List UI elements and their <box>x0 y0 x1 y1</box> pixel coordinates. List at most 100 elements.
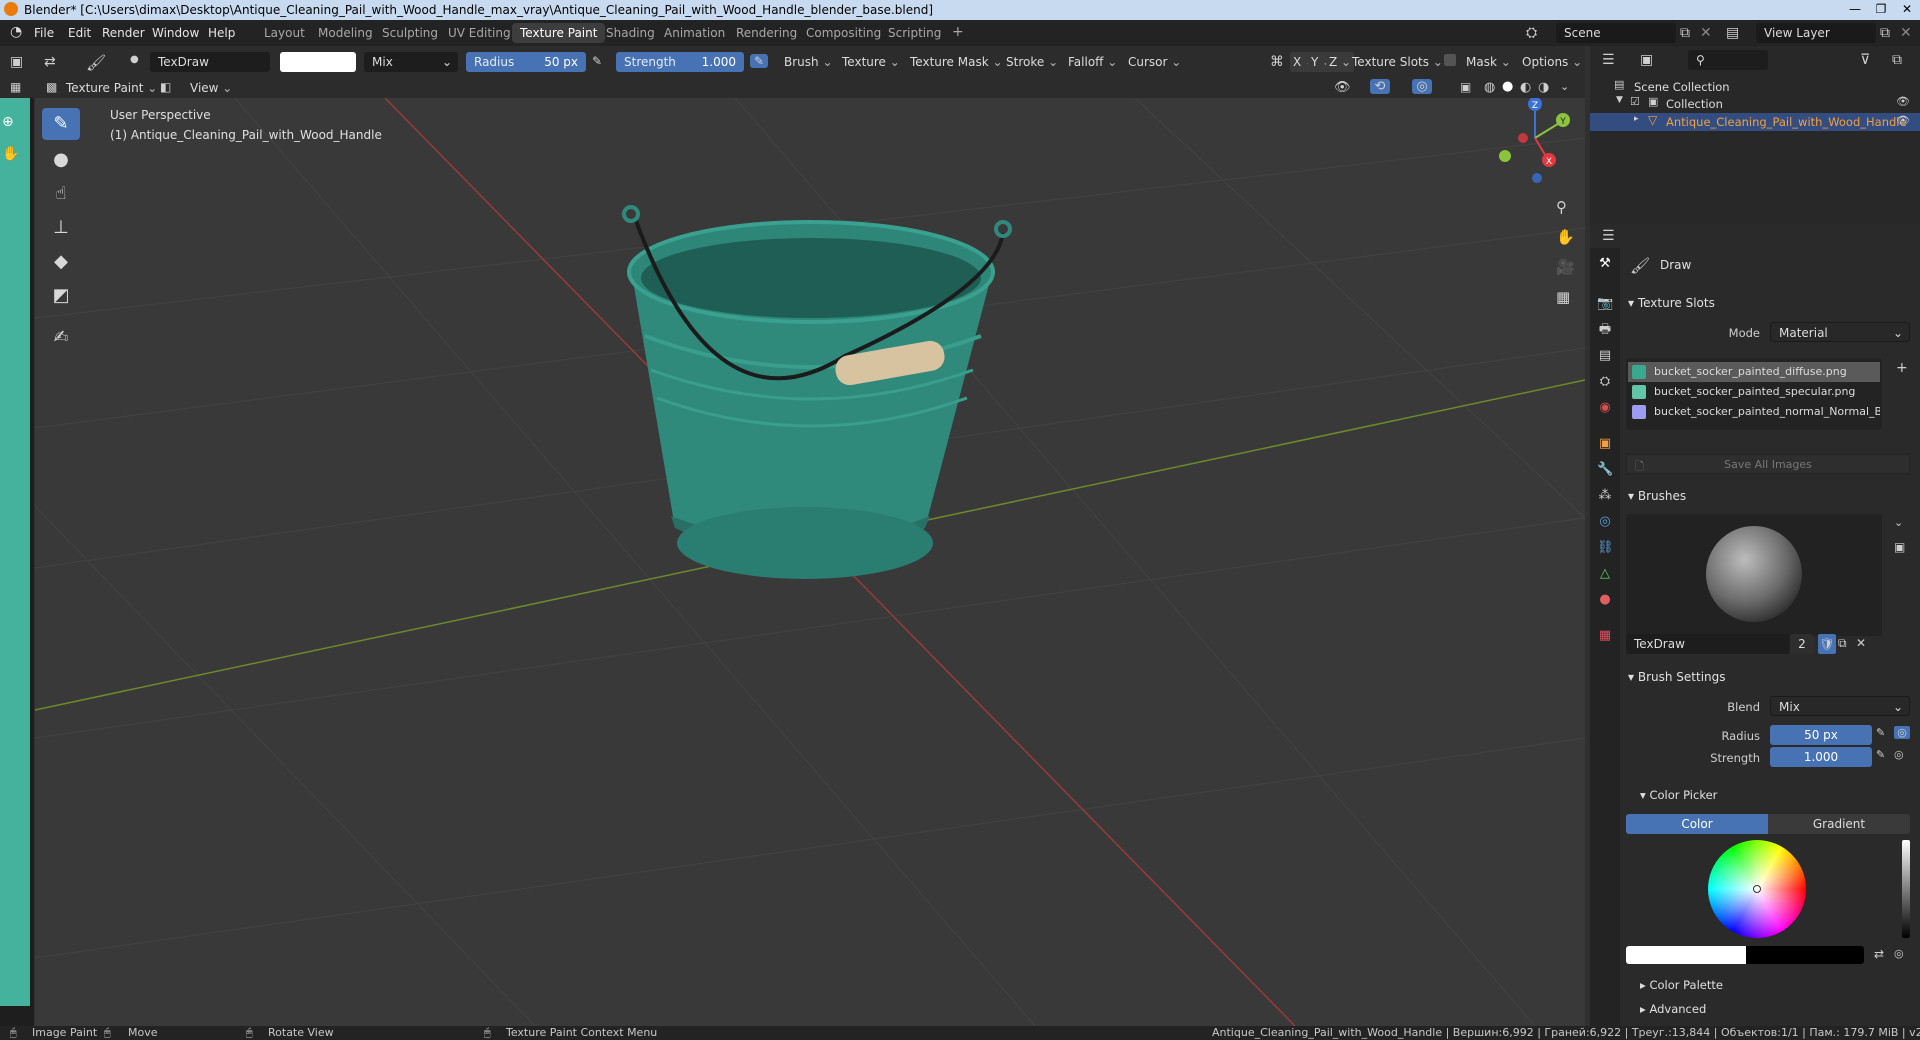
mask-mode-icon[interactable]: ◧ <box>160 80 171 94</box>
strength-pressure-setting-icon[interactable]: ✎ <box>1876 748 1885 761</box>
fill-tool-icon[interactable]: ◆ <box>42 246 80 278</box>
editor-type-icon[interactable]: ▣ <box>10 54 23 70</box>
tab-layout[interactable]: Layout <box>256 23 313 43</box>
collection-eye-icon[interactable]: 👁 <box>1896 95 1910 108</box>
world-tab-icon[interactable]: ◉ <box>1597 400 1613 416</box>
close-window-button[interactable]: ✕ <box>1894 0 1920 20</box>
radius-slider[interactable]: Radius 50 px <box>466 52 586 72</box>
display-mode-icon[interactable]: ▣ <box>1640 52 1653 68</box>
scene-tab-icon[interactable]: ⛭ <box>1597 374 1613 390</box>
outliner-scene-collection[interactable]: Scene Collection <box>1634 80 1730 94</box>
viewport-canvas[interactable]: Z Y X <box>35 98 1585 1026</box>
options-menu[interactable]: Options <box>1518 52 1586 72</box>
clone-tool-icon[interactable]: ⊥ <box>42 212 80 244</box>
add-workspace-button[interactable]: + <box>944 23 972 43</box>
menu-render[interactable]: Render <box>102 26 145 40</box>
smear-tool-icon[interactable]: ☝ <box>42 178 80 210</box>
zoom-icon[interactable]: ⊕ <box>2 114 14 130</box>
scene-selector[interactable]: Scene <box>1556 23 1676 43</box>
material-shading-icon[interactable]: ◐ <box>1520 80 1531 95</box>
object-tab-icon[interactable]: ▣ <box>1597 436 1613 452</box>
gizmo-neg-x[interactable] <box>1518 133 1528 143</box>
outliner-search-input[interactable]: ⚲ <box>1688 50 1768 70</box>
gradient-tab-button[interactable]: Gradient <box>1768 814 1910 834</box>
falloff-menu[interactable]: Falloff <box>1064 52 1121 72</box>
blender-menu-icon[interactable]: ◔ <box>10 24 22 40</box>
perspective-toggle-icon[interactable]: ▦ <box>1556 288 1570 306</box>
particles-tab-icon[interactable]: ⁂ <box>1597 488 1613 504</box>
secondary-color-swatch[interactable] <box>1746 946 1864 964</box>
outliner-collection[interactable]: Collection <box>1666 97 1723 111</box>
modifier-tab-icon[interactable]: 🔧 <box>1597 462 1613 478</box>
brush-menu[interactable]: Brush <box>780 52 837 72</box>
texture-menu[interactable]: Texture <box>838 52 904 72</box>
view-layer-tab-icon[interactable]: ▤ <box>1597 348 1613 364</box>
texture-mask-menu[interactable]: Texture Mask <box>906 52 1007 72</box>
brush-settings-panel-header[interactable]: ▾ Brush Settings <box>1628 670 1726 684</box>
cursor-menu[interactable]: Cursor <box>1124 52 1185 72</box>
tab-compositing[interactable]: Compositing <box>798 23 889 43</box>
brushes-panel-header[interactable]: ▾ Brushes <box>1628 489 1686 503</box>
material-tab-icon[interactable]: ● <box>1597 592 1613 608</box>
tab-shading[interactable]: Shading <box>598 23 663 43</box>
delete-scene-icon[interactable]: ✕ <box>1700 25 1712 41</box>
annotate-tool-icon[interactable]: ✍ <box>42 322 80 354</box>
new-collection-icon[interactable]: ⧉ <box>1892 52 1902 68</box>
radius-pressure-icon[interactable]: ✎ <box>1876 726 1885 739</box>
hand-pan-icon[interactable]: ✋ <box>2 146 19 162</box>
strength-slider[interactable]: Strength 1.000 <box>616 52 744 72</box>
3d-viewport[interactable]: Z Y X User Perspective (1) Antique_Clean… <box>35 98 1585 1026</box>
swap-colors-icon[interactable]: ⇄ <box>1874 947 1884 961</box>
duplicate-brush-icon[interactable]: ⧉ <box>1838 636 1847 651</box>
tab-scripting[interactable]: Scripting <box>880 23 949 43</box>
mask-menu[interactable]: Mask <box>1462 52 1515 72</box>
brush-blend-dropdown[interactable]: Mix ⌄ <box>1770 696 1910 716</box>
pan-view-icon[interactable]: ✋ <box>1556 228 1575 246</box>
brush-color-swatch[interactable] <box>280 52 356 72</box>
maximize-button[interactable]: ❐ <box>1868 0 1894 20</box>
tool-tab-icon[interactable]: ⚒ <box>1597 256 1613 272</box>
expand-collection-icon[interactable]: ▼ <box>1616 95 1623 105</box>
color-wheel-cursor[interactable] <box>1753 885 1761 893</box>
minimize-button[interactable]: — <box>1842 0 1868 20</box>
tab-animation[interactable]: Animation <box>656 23 733 43</box>
gizmo-neg-y[interactable] <box>1499 150 1511 162</box>
blend-mode-dropdown[interactable]: Mix ⌄ <box>364 52 458 72</box>
add-slot-icon[interactable]: + <box>1896 360 1908 376</box>
menu-help[interactable]: Help <box>208 26 235 40</box>
color-picker-subpanel-header[interactable]: ▾ Color Picker <box>1640 788 1717 802</box>
collection-checkbox-icon[interactable]: ☑ <box>1630 95 1640 108</box>
radius-unit-icon[interactable]: ◎ <box>1894 726 1910 739</box>
mask-tool-icon[interactable]: ◩ <box>42 280 80 312</box>
new-view-layer-icon[interactable]: ⧉ <box>1880 25 1890 41</box>
color-palette-subpanel-header[interactable]: ▸ Color Palette <box>1640 978 1723 992</box>
color-unified-icon[interactable]: ◎ <box>1894 947 1904 960</box>
expand-object-icon[interactable]: ▸ <box>1634 114 1639 124</box>
menu-edit[interactable]: Edit <box>68 26 91 40</box>
filter-icon[interactable]: ⊽ <box>1860 52 1870 68</box>
new-scene-icon[interactable]: ⧉ <box>1680 25 1690 41</box>
physics-tab-icon[interactable]: ◎ <box>1597 514 1613 530</box>
mode-dropdown[interactable]: Texture Paint <box>62 78 161 98</box>
solid-shading-icon[interactable]: ● <box>1502 79 1513 94</box>
visibility-icon[interactable]: 👁 <box>1334 80 1351 95</box>
outliner-selected-row[interactable]: ▸ ▽ Antique_Cleaning_Pail_with_Wood_Hand… <box>1590 113 1920 131</box>
tab-rendering[interactable]: Rendering <box>728 23 805 43</box>
gizmo-neg-z[interactable] <box>1532 173 1542 183</box>
save-all-images-button[interactable]: 🗋 Save All Images <box>1626 454 1910 474</box>
fake-user-shield-icon[interactable]: 🛡 <box>1818 634 1836 654</box>
texture-slot-item[interactable]: bucket_socker_painted_diffuse.png <box>1628 362 1880 382</box>
bucket-mesh[interactable] <box>622 205 1012 579</box>
tab-texture-paint[interactable]: Texture Paint <box>512 23 606 43</box>
render-tab-icon[interactable]: 📷 <box>1597 296 1613 312</box>
data-tab-icon[interactable]: △ <box>1597 566 1613 582</box>
properties-editor-icon[interactable]: ☰ <box>1602 228 1615 244</box>
strength-setting-slider[interactable]: 1.000 <box>1770 747 1872 767</box>
strength-pressure-icon[interactable]: ✎ <box>750 54 768 68</box>
unlink-brush-icon[interactable]: ✕ <box>1856 636 1866 650</box>
xray-icon[interactable]: ▣ <box>1460 80 1471 94</box>
tab-sculpting[interactable]: Sculpting <box>374 23 446 43</box>
color-tab-button[interactable]: Color <box>1626 814 1768 834</box>
radius-setting-slider[interactable]: 50 px <box>1770 725 1872 745</box>
view-layer-selector[interactable]: View Layer <box>1756 23 1876 43</box>
